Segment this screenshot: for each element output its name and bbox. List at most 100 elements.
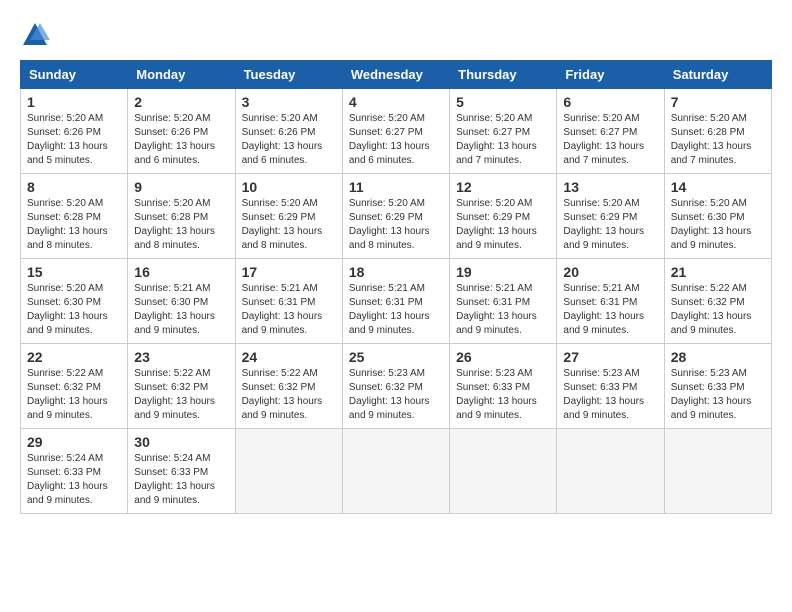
day-number: 8: [27, 179, 121, 195]
calendar-day-cell: [342, 429, 449, 514]
day-info: Sunrise: 5:22 AMSunset: 6:32 PMDaylight:…: [671, 283, 752, 336]
day-number: 4: [349, 94, 443, 110]
calendar-day-cell: 4 Sunrise: 5:20 AMSunset: 6:27 PMDayligh…: [342, 89, 449, 174]
day-number: 15: [27, 264, 121, 280]
calendar-day-cell: 1 Sunrise: 5:20 AMSunset: 6:26 PMDayligh…: [21, 89, 128, 174]
weekday-header: Thursday: [450, 61, 557, 89]
calendar: SundayMondayTuesdayWednesdayThursdayFrid…: [20, 60, 772, 514]
day-info: Sunrise: 5:23 AMSunset: 6:33 PMDaylight:…: [456, 368, 537, 421]
day-number: 27: [563, 349, 657, 365]
calendar-week-row: 29 Sunrise: 5:24 AMSunset: 6:33 PMDaylig…: [21, 429, 772, 514]
day-number: 1: [27, 94, 121, 110]
day-info: Sunrise: 5:24 AMSunset: 6:33 PMDaylight:…: [27, 453, 108, 506]
day-info: Sunrise: 5:20 AMSunset: 6:30 PMDaylight:…: [671, 198, 752, 251]
logo: [20, 20, 54, 50]
weekday-header: Sunday: [21, 61, 128, 89]
day-info: Sunrise: 5:23 AMSunset: 6:32 PMDaylight:…: [349, 368, 430, 421]
calendar-day-cell: 6 Sunrise: 5:20 AMSunset: 6:27 PMDayligh…: [557, 89, 664, 174]
day-info: Sunrise: 5:22 AMSunset: 6:32 PMDaylight:…: [134, 368, 215, 421]
calendar-day-cell: 9 Sunrise: 5:20 AMSunset: 6:28 PMDayligh…: [128, 174, 235, 259]
day-number: 2: [134, 94, 228, 110]
calendar-day-cell: 17 Sunrise: 5:21 AMSunset: 6:31 PMDaylig…: [235, 259, 342, 344]
day-info: Sunrise: 5:20 AMSunset: 6:29 PMDaylight:…: [242, 198, 323, 251]
day-number: 28: [671, 349, 765, 365]
day-number: 7: [671, 94, 765, 110]
calendar-day-cell: 21 Sunrise: 5:22 AMSunset: 6:32 PMDaylig…: [664, 259, 771, 344]
calendar-day-cell: [235, 429, 342, 514]
calendar-day-cell: [557, 429, 664, 514]
day-number: 30: [134, 434, 228, 450]
day-info: Sunrise: 5:22 AMSunset: 6:32 PMDaylight:…: [242, 368, 323, 421]
day-number: 22: [27, 349, 121, 365]
day-number: 9: [134, 179, 228, 195]
weekday-header: Wednesday: [342, 61, 449, 89]
calendar-day-cell: [450, 429, 557, 514]
day-info: Sunrise: 5:23 AMSunset: 6:33 PMDaylight:…: [671, 368, 752, 421]
day-info: Sunrise: 5:20 AMSunset: 6:27 PMDaylight:…: [456, 113, 537, 166]
day-info: Sunrise: 5:21 AMSunset: 6:30 PMDaylight:…: [134, 283, 215, 336]
calendar-header-row: SundayMondayTuesdayWednesdayThursdayFrid…: [21, 61, 772, 89]
day-number: 19: [456, 264, 550, 280]
day-info: Sunrise: 5:20 AMSunset: 6:27 PMDaylight:…: [563, 113, 644, 166]
day-number: 3: [242, 94, 336, 110]
day-info: Sunrise: 5:20 AMSunset: 6:28 PMDaylight:…: [27, 198, 108, 251]
day-number: 18: [349, 264, 443, 280]
day-info: Sunrise: 5:22 AMSunset: 6:32 PMDaylight:…: [27, 368, 108, 421]
day-info: Sunrise: 5:20 AMSunset: 6:29 PMDaylight:…: [563, 198, 644, 251]
calendar-day-cell: 28 Sunrise: 5:23 AMSunset: 6:33 PMDaylig…: [664, 344, 771, 429]
day-number: 26: [456, 349, 550, 365]
day-number: 6: [563, 94, 657, 110]
day-info: Sunrise: 5:21 AMSunset: 6:31 PMDaylight:…: [456, 283, 537, 336]
day-info: Sunrise: 5:20 AMSunset: 6:28 PMDaylight:…: [134, 198, 215, 251]
day-info: Sunrise: 5:20 AMSunset: 6:29 PMDaylight:…: [456, 198, 537, 251]
calendar-day-cell: 7 Sunrise: 5:20 AMSunset: 6:28 PMDayligh…: [664, 89, 771, 174]
day-number: 20: [563, 264, 657, 280]
calendar-day-cell: 11 Sunrise: 5:20 AMSunset: 6:29 PMDaylig…: [342, 174, 449, 259]
calendar-day-cell: 24 Sunrise: 5:22 AMSunset: 6:32 PMDaylig…: [235, 344, 342, 429]
day-number: 24: [242, 349, 336, 365]
calendar-week-row: 15 Sunrise: 5:20 AMSunset: 6:30 PMDaylig…: [21, 259, 772, 344]
calendar-day-cell: 18 Sunrise: 5:21 AMSunset: 6:31 PMDaylig…: [342, 259, 449, 344]
day-info: Sunrise: 5:24 AMSunset: 6:33 PMDaylight:…: [134, 453, 215, 506]
calendar-day-cell: 20 Sunrise: 5:21 AMSunset: 6:31 PMDaylig…: [557, 259, 664, 344]
day-number: 14: [671, 179, 765, 195]
page-header: [20, 20, 772, 50]
day-info: Sunrise: 5:20 AMSunset: 6:27 PMDaylight:…: [349, 113, 430, 166]
calendar-day-cell: 13 Sunrise: 5:20 AMSunset: 6:29 PMDaylig…: [557, 174, 664, 259]
day-info: Sunrise: 5:20 AMSunset: 6:26 PMDaylight:…: [242, 113, 323, 166]
calendar-week-row: 8 Sunrise: 5:20 AMSunset: 6:28 PMDayligh…: [21, 174, 772, 259]
calendar-week-row: 1 Sunrise: 5:20 AMSunset: 6:26 PMDayligh…: [21, 89, 772, 174]
calendar-week-row: 22 Sunrise: 5:22 AMSunset: 6:32 PMDaylig…: [21, 344, 772, 429]
day-info: Sunrise: 5:20 AMSunset: 6:30 PMDaylight:…: [27, 283, 108, 336]
calendar-day-cell: 25 Sunrise: 5:23 AMSunset: 6:32 PMDaylig…: [342, 344, 449, 429]
weekday-header: Monday: [128, 61, 235, 89]
calendar-day-cell: 10 Sunrise: 5:20 AMSunset: 6:29 PMDaylig…: [235, 174, 342, 259]
day-number: 17: [242, 264, 336, 280]
weekday-header: Tuesday: [235, 61, 342, 89]
calendar-day-cell: 2 Sunrise: 5:20 AMSunset: 6:26 PMDayligh…: [128, 89, 235, 174]
day-info: Sunrise: 5:21 AMSunset: 6:31 PMDaylight:…: [349, 283, 430, 336]
day-number: 25: [349, 349, 443, 365]
day-info: Sunrise: 5:21 AMSunset: 6:31 PMDaylight:…: [242, 283, 323, 336]
calendar-day-cell: 16 Sunrise: 5:21 AMSunset: 6:30 PMDaylig…: [128, 259, 235, 344]
calendar-day-cell: 5 Sunrise: 5:20 AMSunset: 6:27 PMDayligh…: [450, 89, 557, 174]
day-number: 12: [456, 179, 550, 195]
day-number: 29: [27, 434, 121, 450]
calendar-day-cell: 19 Sunrise: 5:21 AMSunset: 6:31 PMDaylig…: [450, 259, 557, 344]
calendar-day-cell: 8 Sunrise: 5:20 AMSunset: 6:28 PMDayligh…: [21, 174, 128, 259]
day-number: 21: [671, 264, 765, 280]
day-info: Sunrise: 5:20 AMSunset: 6:28 PMDaylight:…: [671, 113, 752, 166]
calendar-day-cell: 29 Sunrise: 5:24 AMSunset: 6:33 PMDaylig…: [21, 429, 128, 514]
day-number: 13: [563, 179, 657, 195]
day-info: Sunrise: 5:20 AMSunset: 6:26 PMDaylight:…: [27, 113, 108, 166]
day-number: 5: [456, 94, 550, 110]
day-info: Sunrise: 5:20 AMSunset: 6:26 PMDaylight:…: [134, 113, 215, 166]
weekday-header: Saturday: [664, 61, 771, 89]
day-number: 23: [134, 349, 228, 365]
day-number: 16: [134, 264, 228, 280]
day-number: 11: [349, 179, 443, 195]
calendar-day-cell: 15 Sunrise: 5:20 AMSunset: 6:30 PMDaylig…: [21, 259, 128, 344]
day-number: 10: [242, 179, 336, 195]
calendar-day-cell: 14 Sunrise: 5:20 AMSunset: 6:30 PMDaylig…: [664, 174, 771, 259]
calendar-day-cell: 27 Sunrise: 5:23 AMSunset: 6:33 PMDaylig…: [557, 344, 664, 429]
